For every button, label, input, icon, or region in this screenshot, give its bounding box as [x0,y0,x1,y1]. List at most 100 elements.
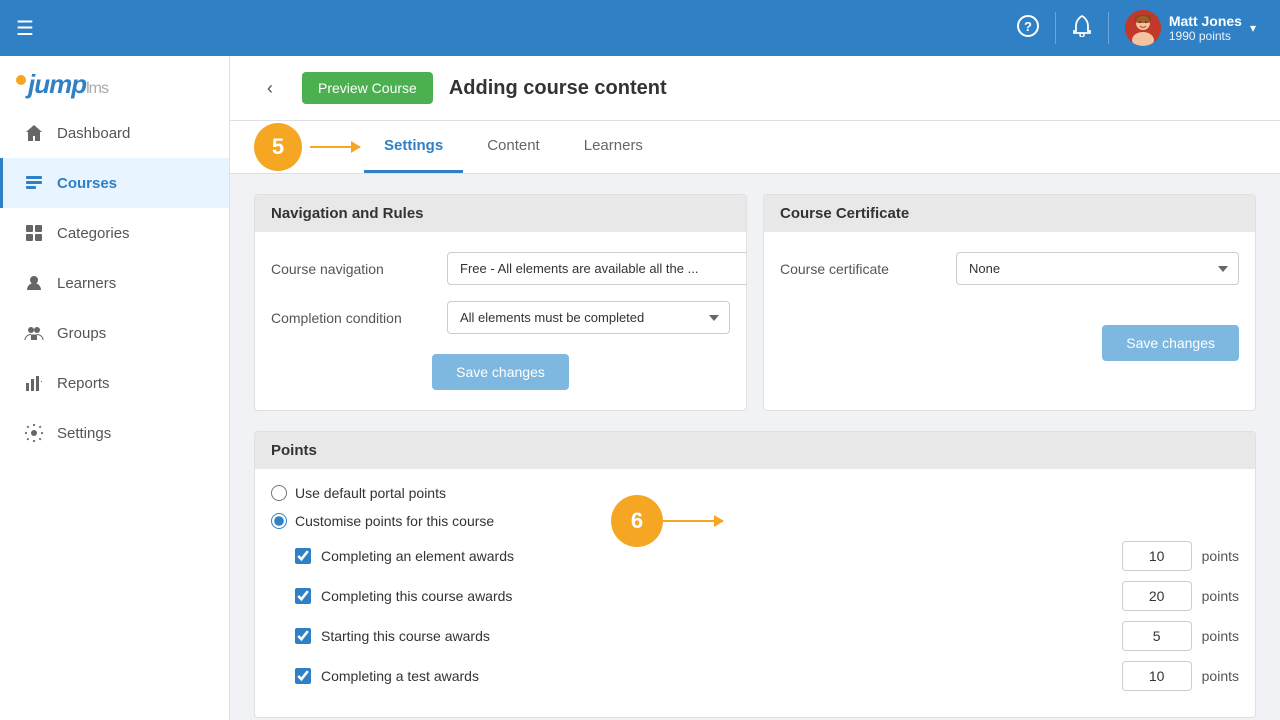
page-header: ‹ Preview Course Adding course content [230,56,1280,121]
page-title: Adding course content [449,77,667,100]
completing-element-label: Completing an element awards [321,548,1112,564]
customise-radio[interactable] [271,513,287,529]
starting-course-label: Starting this course awards [321,628,1112,644]
sidebar-item-reports[interactable]: Reports [0,358,229,408]
groups-icon [23,322,45,344]
svg-text:?: ? [1024,19,1032,34]
preview-course-button[interactable]: Preview Course [302,72,433,104]
nav-divider-2 [1108,12,1109,44]
avatar [1125,10,1161,46]
points-suffix-3: points [1202,668,1239,684]
help-icon[interactable]: ? [1009,15,1047,42]
completion-condition-select[interactable]: All elements must be completed Percentag… [447,301,730,334]
main-layout: jumplms Dashboard Courses Categories [0,56,1280,720]
points-suffix-0: points [1202,548,1239,564]
points-row-3: Completing a test awards points [295,661,1239,691]
nav-rules-save-row: Save changes [271,354,730,390]
points-rows: Completing an element awards points Comp… [271,541,1239,691]
navigation-rules-body: Course navigation Free - All elements ar… [255,232,746,410]
completion-condition-label: Completion condition [271,310,431,326]
completing-element-checkbox[interactable] [295,548,311,564]
sidebar-item-dashboard[interactable]: Dashboard [0,108,229,158]
points-header: Points [255,432,1255,469]
course-navigation-select[interactable]: Free - All elements are available all th… [447,252,747,285]
sidebar-item-groups[interactable]: Groups [0,308,229,358]
nav-divider [1055,12,1056,44]
use-default-label: Use default portal points [295,485,446,501]
course-certificate-row: Course certificate None Certificate 1 Ce… [780,252,1239,285]
reports-icon [23,372,45,394]
completing-test-checkbox[interactable] [295,668,311,684]
tab-learners[interactable]: Learners [564,121,663,173]
points-section: Points Use default portal points Customi… [254,431,1256,718]
course-certificate-body: Course certificate None Certificate 1 Ce… [764,232,1255,381]
points-row-0: Completing an element awards points [295,541,1239,571]
customise-label: Customise points for this course [295,513,494,529]
points-row-2: Starting this course awards points [295,621,1239,651]
completing-course-checkbox[interactable] [295,588,311,604]
sidebar-item-courses[interactable]: Courses [0,158,229,208]
step-badge-6: 6 [611,495,663,547]
content-area: ‹ Preview Course Adding course content 5… [230,56,1280,720]
sidebar-item-learners[interactable]: Learners [0,258,229,308]
course-certificate-header: Course Certificate [764,195,1255,232]
use-default-radio-row: Use default portal points [271,485,1239,501]
sidebar-item-dashboard-label: Dashboard [57,125,130,142]
settings-icon [23,422,45,444]
step-badge-5: 5 [254,123,302,171]
sidebar: jumplms Dashboard Courses Categories [0,56,230,720]
sidebar-item-categories[interactable]: Categories [0,208,229,258]
home-icon [23,122,45,144]
course-navigation-row: Course navigation Free - All elements ar… [271,252,730,285]
logo-area: jumplms [0,56,229,108]
top-navbar: ☰ ? [0,0,1280,56]
completing-course-input[interactable] [1122,581,1192,611]
completing-course-label: Completing this course awards [321,588,1112,604]
user-name: Matt Jones [1169,13,1242,29]
sidebar-item-groups-label: Groups [57,325,106,342]
sidebar-item-reports-label: Reports [57,375,110,392]
customise-radio-row: Customise points for this course 6 [271,513,1239,529]
tab-content[interactable]: Content [467,121,560,173]
completion-condition-row: Completion condition All elements must b… [271,301,730,334]
course-certificate-select[interactable]: None Certificate 1 Certificate 2 [956,252,1239,285]
sidebar-item-categories-label: Categories [57,225,130,242]
nav-rules-save-button[interactable]: Save changes [432,354,569,390]
navigation-rules-header: Navigation and Rules [255,195,746,232]
completing-test-input[interactable] [1122,661,1192,691]
points-body: Use default portal points Customise poin… [255,469,1255,717]
navigation-rules-card: Navigation and Rules Course navigation F… [254,194,747,411]
tab-settings[interactable]: Settings [364,121,463,173]
learners-icon [23,272,45,294]
user-menu[interactable]: Matt Jones 1990 points ▾ [1117,10,1264,46]
user-info: Matt Jones 1990 points [1169,13,1242,43]
user-points: 1990 points [1169,29,1242,43]
course-certificate-card: Course Certificate Course certificate No… [763,194,1256,411]
chevron-down-icon: ▾ [1250,21,1256,35]
logo-dot [16,75,26,85]
tabs-bar: 5 Settings Content Learners [230,121,1280,174]
navbar-left: ☰ [16,16,34,41]
navbar-right: ? Matt [1009,10,1264,46]
points-suffix-2: points [1202,628,1239,644]
sidebar-item-courses-label: Courses [57,175,117,192]
sidebar-item-learners-label: Learners [57,275,116,292]
points-row-1: Completing this course awards points [295,581,1239,611]
completing-test-label: Completing a test awards [321,668,1112,684]
course-navigation-label: Course navigation [271,261,431,277]
bell-icon[interactable] [1064,15,1100,42]
categories-icon [23,222,45,244]
sections-row: Navigation and Rules Course navigation F… [230,174,1280,431]
starting-course-checkbox[interactable] [295,628,311,644]
sidebar-item-settings-label: Settings [57,425,111,442]
points-suffix-1: points [1202,588,1239,604]
course-certificate-label: Course certificate [780,261,940,277]
completing-element-input[interactable] [1122,541,1192,571]
sidebar-item-settings[interactable]: Settings [0,408,229,458]
hamburger-menu-icon[interactable]: ☰ [16,16,34,41]
back-button[interactable]: ‹ [254,72,286,104]
use-default-radio[interactable] [271,485,287,501]
cert-save-button[interactable]: Save changes [1102,325,1239,361]
starting-course-input[interactable] [1122,621,1192,651]
logo-text: jumplms [28,68,108,100]
